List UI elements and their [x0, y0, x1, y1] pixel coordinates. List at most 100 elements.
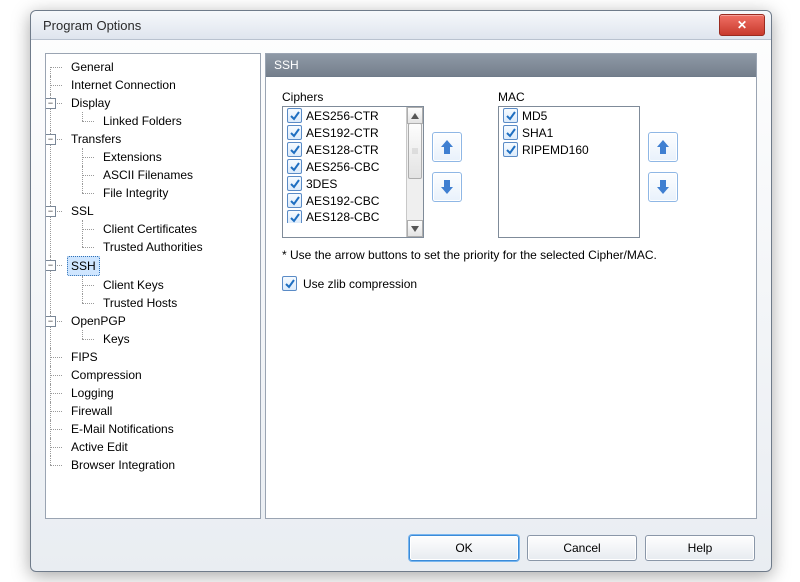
ssh-panel: SSH Ciphers AES256-CTRAES192-CTRAES128-C… — [265, 53, 757, 519]
collapse-icon[interactable]: − — [45, 260, 56, 271]
arrow-down-icon — [656, 179, 670, 195]
ciphers-listbox[interactable]: AES256-CTR AES192-CTR AES128-CTR AES256-CBC… — [282, 106, 424, 238]
priority-hint: * Use the arrow buttons to set the prior… — [282, 248, 740, 262]
list-item[interactable]: AES256-CBC — [283, 158, 407, 175]
tree-item-openpgp[interactable]: − OpenPGP Keys — [50, 312, 258, 348]
cancel-button[interactable]: Cancel — [527, 535, 637, 561]
tree-item-email-notifications[interactable]: E-Mail Notifications — [50, 420, 258, 438]
tree-item-trusted-authorities[interactable]: Trusted Authorities — [82, 238, 258, 256]
checkbox[interactable] — [503, 125, 518, 140]
tree-item-active-edit[interactable]: Active Edit — [50, 438, 258, 456]
tree-item-general[interactable]: General — [50, 58, 258, 76]
titlebar: Program Options ✕ — [31, 11, 771, 40]
check-icon — [290, 145, 300, 155]
tree-item-client-certificates[interactable]: Client Certificates — [82, 220, 258, 238]
collapse-icon[interactable]: − — [45, 206, 56, 217]
check-icon — [290, 128, 300, 138]
check-icon — [290, 111, 300, 121]
tree-item-logging[interactable]: Logging — [50, 384, 258, 402]
checkbox[interactable] — [287, 125, 302, 140]
checkbox[interactable] — [287, 159, 302, 174]
list-item-label: AES128-CTR — [306, 143, 379, 157]
mac-group: MAC MD5 SHA1 RIPEMD160 — [498, 90, 678, 238]
list-item-label: AES256-CTR — [306, 109, 379, 123]
zlib-label: Use zlib compression — [303, 277, 417, 291]
checkbox[interactable] — [287, 108, 302, 123]
dialog-body: General Internet Connection − Display Li… — [39, 47, 763, 525]
tree-item-linked-folders[interactable]: Linked Folders — [82, 112, 258, 130]
program-options-dialog: Program Options ✕ General Internet Conne… — [30, 10, 772, 572]
cipher-priority-down-button[interactable] — [432, 172, 462, 202]
check-icon — [285, 279, 295, 289]
list-item[interactable]: AES128-CBC — [283, 209, 407, 223]
list-item-label: 3DES — [306, 177, 337, 191]
tree-item-compression[interactable]: Compression — [50, 366, 258, 384]
list-item-label: AES256-CBC — [306, 160, 379, 174]
tree-item-display[interactable]: − Display Linked Folders — [50, 94, 258, 130]
arrow-up-icon — [440, 139, 454, 155]
tree-item-ascii-filenames[interactable]: ASCII Filenames — [82, 166, 258, 184]
check-icon — [290, 179, 300, 189]
collapse-icon[interactable]: − — [45, 98, 56, 109]
collapse-icon[interactable]: − — [45, 316, 56, 327]
list-item[interactable]: AES256-CTR — [283, 107, 407, 124]
list-item[interactable]: AES128-CTR — [283, 141, 407, 158]
help-button[interactable]: Help — [645, 535, 755, 561]
tree-item-fips[interactable]: FIPS — [50, 348, 258, 366]
list-item[interactable]: AES192-CBC — [283, 192, 407, 209]
mac-label: MAC — [498, 90, 678, 104]
mac-priority-up-button[interactable] — [648, 132, 678, 162]
cipher-priority-up-button[interactable] — [432, 132, 462, 162]
list-item-label: SHA1 — [522, 126, 553, 140]
window-title: Program Options — [43, 18, 719, 33]
check-icon — [290, 196, 300, 206]
list-item[interactable]: MD5 — [499, 107, 639, 124]
list-item[interactable]: 3DES — [283, 175, 407, 192]
check-icon — [506, 111, 516, 121]
ok-button[interactable]: OK — [409, 535, 519, 561]
list-item-label: MD5 — [522, 109, 547, 123]
collapse-icon[interactable]: − — [45, 134, 56, 145]
tree-item-browser-integration[interactable]: Browser Integration — [50, 456, 258, 474]
ciphers-group: Ciphers AES256-CTRAES192-CTRAES128-CTRAE… — [282, 90, 462, 238]
list-item-label: RIPEMD160 — [522, 143, 589, 157]
tree-item-transfers[interactable]: − Transfers Extensions ASCII Filenames F… — [50, 130, 258, 202]
arrow-down-icon — [440, 179, 454, 195]
list-item-label: AES128-CBC — [306, 210, 379, 223]
list-item[interactable]: AES192-CTR — [283, 124, 407, 141]
mac-priority-down-button[interactable] — [648, 172, 678, 202]
list-item-label: AES192-CTR — [306, 126, 379, 140]
checkbox[interactable] — [287, 176, 302, 191]
checkbox[interactable] — [287, 210, 302, 223]
check-icon — [290, 213, 300, 223]
checkbox[interactable] — [287, 142, 302, 157]
checkbox[interactable] — [287, 193, 302, 208]
arrow-up-icon — [656, 139, 670, 155]
list-item[interactable]: RIPEMD160 — [499, 141, 639, 158]
dialog-footer: OK Cancel Help — [31, 525, 771, 571]
scroll-down-icon[interactable] — [407, 220, 423, 237]
list-item[interactable]: SHA1 — [499, 124, 639, 141]
tree-item-client-keys[interactable]: Client Keys — [82, 276, 258, 294]
tree-item-extensions[interactable]: Extensions — [82, 148, 258, 166]
close-button[interactable]: ✕ — [719, 14, 765, 36]
checkbox[interactable] — [503, 108, 518, 123]
zlib-checkbox[interactable] — [282, 276, 297, 291]
check-icon — [506, 145, 516, 155]
check-icon — [506, 128, 516, 138]
tree-item-file-integrity[interactable]: File Integrity — [82, 184, 258, 202]
ciphers-scrollbar[interactable] — [406, 107, 423, 237]
tree-item-ssl[interactable]: − SSL Client Certificates Trusted Author… — [50, 202, 258, 256]
tree-item-internet-connection[interactable]: Internet Connection — [50, 76, 258, 94]
scroll-thumb[interactable] — [408, 123, 422, 179]
scroll-up-icon[interactable] — [407, 107, 423, 124]
ciphers-label: Ciphers — [282, 90, 462, 104]
mac-listbox[interactable]: MD5 SHA1 RIPEMD160 — [498, 106, 640, 238]
tree-item-trusted-hosts[interactable]: Trusted Hosts — [82, 294, 258, 312]
tree-item-ssh[interactable]: − SSH Client Keys Trusted Hosts — [50, 256, 258, 312]
tree-item-firewall[interactable]: Firewall — [50, 402, 258, 420]
checkbox[interactable] — [503, 142, 518, 157]
tree-item-keys[interactable]: Keys — [82, 330, 258, 348]
options-tree[interactable]: General Internet Connection − Display Li… — [45, 53, 261, 519]
list-item-label: AES192-CBC — [306, 194, 379, 208]
